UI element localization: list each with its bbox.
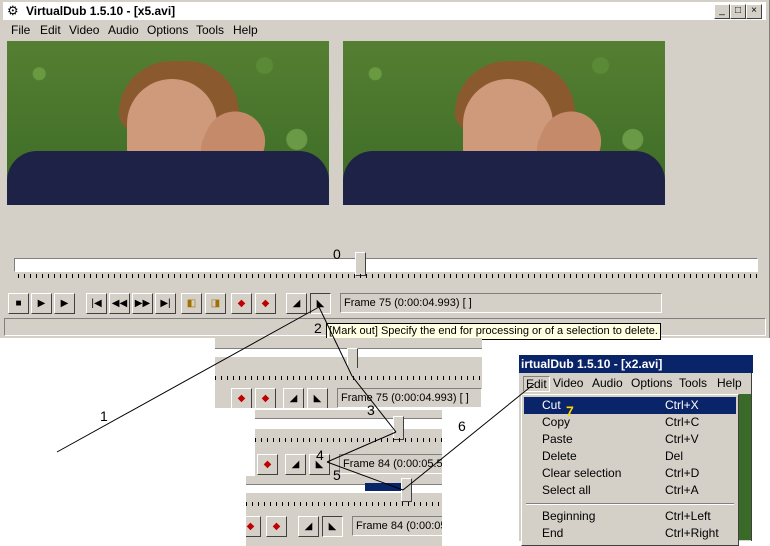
annotation-label: 6 bbox=[458, 418, 466, 434]
annotation-arrows bbox=[56, 306, 535, 491]
annotation-label: 5 bbox=[333, 467, 341, 483]
annotation-label: 3 bbox=[367, 402, 375, 418]
annotation-label: 7 bbox=[566, 403, 574, 419]
annotation-label: 4 bbox=[316, 447, 324, 463]
annotation-label: 2 bbox=[314, 320, 322, 336]
annotation-label: 1 bbox=[100, 408, 108, 424]
annotation-label: 0 bbox=[333, 246, 341, 262]
